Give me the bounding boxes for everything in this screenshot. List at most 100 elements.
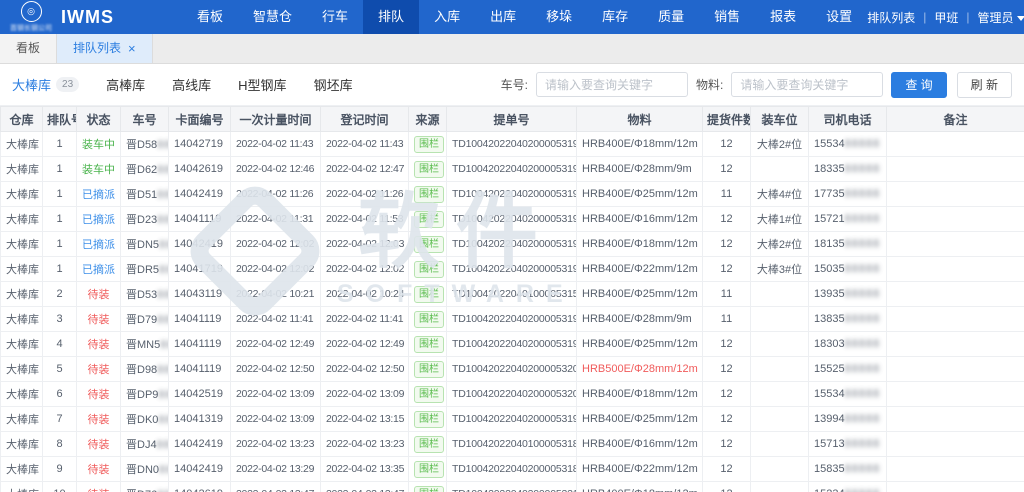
col-header-status[interactable]: 状态: [77, 107, 121, 132]
cell-material: HRB400E/Φ18mm/12m: [577, 382, 703, 407]
nav-item-5[interactable]: 出库: [475, 0, 531, 34]
close-icon[interactable]: ×: [128, 42, 136, 55]
company-logo: ◎ 首钢长钢公司: [10, 1, 52, 33]
col-header-plate[interactable]: 车号: [121, 107, 169, 132]
cell-warehouse: 大棒库: [1, 407, 43, 432]
cell-position: 大棒1#位: [751, 207, 809, 232]
cell-bill-no: TD10042022040200005319: [447, 232, 577, 257]
table-row[interactable]: 大棒库6待装晋DP9888140425192022-04-02 13:09202…: [1, 382, 1024, 407]
cell-source: 围栏: [409, 132, 447, 157]
table-row[interactable]: 大棒库1已摘派晋D51888140424192022-04-02 11:2620…: [1, 182, 1024, 207]
warehouse-tab-0[interactable]: 大棒库23: [12, 75, 79, 94]
user-menu[interactable]: 管理员: [977, 9, 1024, 26]
col-header-remark[interactable]: 备注: [887, 107, 1024, 132]
blurred-text: 88888: [845, 163, 881, 175]
blurred-text: 88888: [845, 313, 881, 325]
nav-item-2[interactable]: 行车: [307, 0, 363, 34]
status-badge: 待装: [88, 314, 110, 326]
table-row[interactable]: 大棒库2待装晋D53888140431192022-04-02 10:21202…: [1, 282, 1024, 307]
nav-item-3[interactable]: 排队: [363, 0, 419, 34]
material-search-input[interactable]: [731, 72, 883, 97]
blurred-text: 88888: [845, 213, 881, 225]
cell-qty: 12: [703, 132, 751, 157]
tab-queue-list[interactable]: 排队列表 ×: [57, 34, 153, 63]
warehouse-tab-3[interactable]: H型钢库: [238, 75, 286, 94]
col-header-card-no[interactable]: 卡面编号: [169, 107, 231, 132]
col-header-weigh-time[interactable]: 一次计量时间: [231, 107, 321, 132]
cell-warehouse: 大棒库: [1, 382, 43, 407]
source-tag: 围栏: [414, 161, 444, 178]
col-header-source[interactable]: 来源: [409, 107, 447, 132]
nav-item-4[interactable]: 入库: [419, 0, 475, 34]
table-row[interactable]: 大棒库1已摘派晋DN5888140424192022-04-02 12:0220…: [1, 232, 1024, 257]
table-row[interactable]: 大棒库8待装晋DJ4888140424192022-04-02 13:23202…: [1, 432, 1024, 457]
topright-queue-link[interactable]: 排队列表: [867, 9, 915, 26]
table-row[interactable]: 大棒库5待装晋D98888140411192022-04-02 12:50202…: [1, 357, 1024, 382]
cell-remark: [887, 432, 1024, 457]
cell-material: HRB400E/Φ25mm/12m: [577, 407, 703, 432]
cell-position: 大棒3#位: [751, 257, 809, 282]
nav-item-8[interactable]: 质量: [643, 0, 699, 34]
blurred-text: 888: [159, 239, 168, 251]
cell-plate: 晋DK0888: [121, 407, 169, 432]
table-row[interactable]: 大棒库7待装晋DK0888140413192022-04-02 13:09202…: [1, 407, 1024, 432]
table-row[interactable]: 大棒库1已摘派晋DR5888140417192022-04-02 12:0220…: [1, 257, 1024, 282]
cell-register-time: 2022-04-02 11:41: [321, 307, 409, 332]
cell-plate: 晋D79888: [121, 307, 169, 332]
cell-position: [751, 157, 809, 182]
source-tag: 围栏: [414, 411, 444, 428]
cell-weigh-time: 2022-04-02 11:31: [231, 207, 321, 232]
cell-position: [751, 407, 809, 432]
brand: ◎ 首钢长钢公司 IWMS: [0, 0, 168, 34]
cell-remark: [887, 157, 1024, 182]
warehouse-tab-2[interactable]: 高线库: [172, 75, 211, 94]
table-row[interactable]: 大棒库10待装晋D76888140426192022-04-02 13:4720…: [1, 482, 1024, 492]
company-name: 首钢长钢公司: [10, 23, 52, 33]
cell-warehouse: 大棒库: [1, 332, 43, 357]
table-row[interactable]: 大棒库1已摘派晋D23888140411192022-04-02 11:3120…: [1, 207, 1024, 232]
cell-phone: 1552588888: [809, 357, 887, 382]
chevron-down-icon: [1017, 16, 1024, 21]
nav-item-11[interactable]: 设置: [811, 0, 867, 34]
nav-item-10[interactable]: 报表: [755, 0, 811, 34]
col-header-phone[interactable]: 司机电话: [809, 107, 887, 132]
plate-search-input[interactable]: [536, 72, 688, 97]
cell-position: [751, 382, 809, 407]
cell-remark: [887, 257, 1024, 282]
col-header-warehouse[interactable]: 仓库: [1, 107, 43, 132]
table-row[interactable]: 大棒库1装车中晋D58888140427192022-04-02 11:4320…: [1, 132, 1024, 157]
cell-qty: 12: [703, 157, 751, 182]
source-tag: 围栏: [414, 286, 444, 303]
refresh-button[interactable]: 刷 新: [957, 72, 1012, 98]
col-header-position[interactable]: 装车位: [751, 107, 809, 132]
table-row[interactable]: 大棒库1装车中晋D62888140426192022-04-02 12:4620…: [1, 157, 1024, 182]
search-button[interactable]: 查 询: [891, 72, 946, 98]
tab-dashboard[interactable]: 看板: [0, 34, 57, 63]
cell-warehouse: 大棒库: [1, 482, 43, 492]
col-header-queue-no[interactable]: 排队号: [43, 107, 77, 132]
warehouse-tab-4[interactable]: 钢坯库: [314, 75, 353, 94]
queue-table-body: 大棒库1装车中晋D58888140427192022-04-02 11:4320…: [1, 132, 1024, 492]
cell-remark: [887, 282, 1024, 307]
col-header-bill-no[interactable]: 提单号: [447, 107, 577, 132]
cell-phone: 1833588888: [809, 157, 887, 182]
nav-item-6[interactable]: 移垛: [531, 0, 587, 34]
table-row[interactable]: 大棒库9待装晋DN0888140424192022-04-02 13:29202…: [1, 457, 1024, 482]
nav-item-7[interactable]: 库存: [587, 0, 643, 34]
cell-register-time: 2022-04-02 12:49: [321, 332, 409, 357]
cell-material: HRB400E/Φ18mm/12m: [577, 482, 703, 492]
nav-item-9[interactable]: 销售: [699, 0, 755, 34]
col-header-register-time[interactable]: 登记时间: [321, 107, 409, 132]
topright-shift[interactable]: 甲班: [934, 9, 958, 26]
nav-item-1[interactable]: 智慧仓: [238, 0, 307, 34]
status-badge: 装车中: [82, 164, 115, 176]
col-header-qty[interactable]: 提货件数: [703, 107, 751, 132]
table-row[interactable]: 大棒库3待装晋D79888140411192022-04-02 11:41202…: [1, 307, 1024, 332]
cell-source: 围栏: [409, 307, 447, 332]
warehouse-tab-1[interactable]: 高棒库: [106, 75, 145, 94]
cell-weigh-time: 2022-04-02 12:49: [231, 332, 321, 357]
nav-item-0[interactable]: 看板: [182, 0, 238, 34]
status-badge: 待装: [88, 389, 110, 401]
table-row[interactable]: 大棒库4待装晋MN5888140411192022-04-02 12:49202…: [1, 332, 1024, 357]
col-header-material[interactable]: 物料: [577, 107, 703, 132]
